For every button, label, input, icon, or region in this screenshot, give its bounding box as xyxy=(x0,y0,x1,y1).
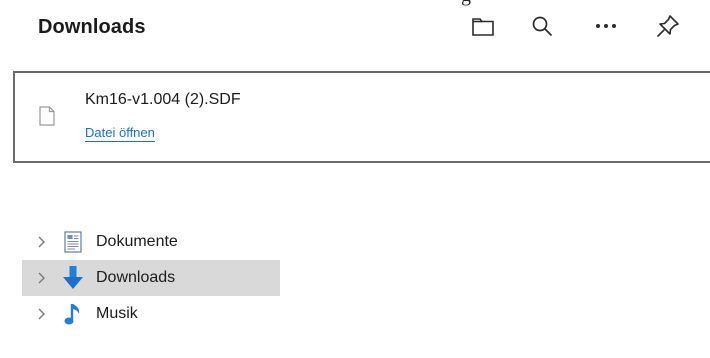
tree-item-downloads[interactable]: Downloads xyxy=(22,260,280,296)
file-icon xyxy=(39,106,55,131)
more-icon xyxy=(595,22,617,30)
chevron-right-icon[interactable] xyxy=(22,236,60,248)
tree-item-label: Downloads xyxy=(96,269,176,286)
more-options-button[interactable] xyxy=(588,6,624,46)
search-icon xyxy=(531,15,553,37)
download-item-card[interactable]: Km16-v1.004 (2).SDF Datei öffnen xyxy=(13,71,710,163)
tree-item-dokumente[interactable]: Dokumente xyxy=(22,224,280,260)
folder-icon xyxy=(471,15,495,37)
documents-icon xyxy=(60,231,86,253)
tree-item-musik[interactable]: Musik xyxy=(22,296,280,332)
panel-title: Downloads xyxy=(38,16,146,38)
open-file-link[interactable]: Datei öffnen xyxy=(85,125,155,142)
cutoff-text-fragment: g xyxy=(461,0,483,5)
chevron-right-icon[interactable] xyxy=(22,272,60,284)
pin-icon xyxy=(655,13,681,39)
downloads-arrow-icon xyxy=(60,265,86,291)
music-note-icon xyxy=(60,302,86,326)
tree-item-label: Musik xyxy=(96,305,138,322)
tree-item-label: Dokumente xyxy=(96,233,178,250)
downloads-panel-header: g Downloads xyxy=(0,0,710,62)
open-folder-button[interactable] xyxy=(465,6,501,46)
chevron-right-icon[interactable] xyxy=(22,308,60,320)
search-downloads-button[interactable] xyxy=(524,6,560,46)
pin-panel-button[interactable] xyxy=(650,6,686,46)
file-name: Km16-v1.004 (2).SDF xyxy=(85,91,241,108)
